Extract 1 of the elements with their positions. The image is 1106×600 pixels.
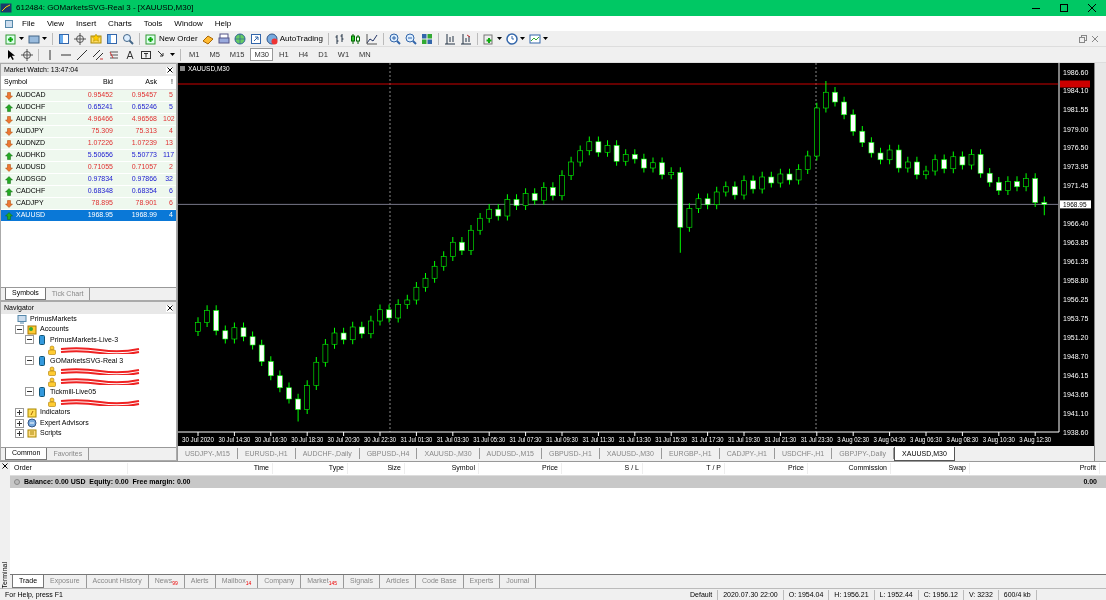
window-title: 612484: GOMarketsSVG-Real 3 - [XAUUSD,M30] [16,2,195,14]
